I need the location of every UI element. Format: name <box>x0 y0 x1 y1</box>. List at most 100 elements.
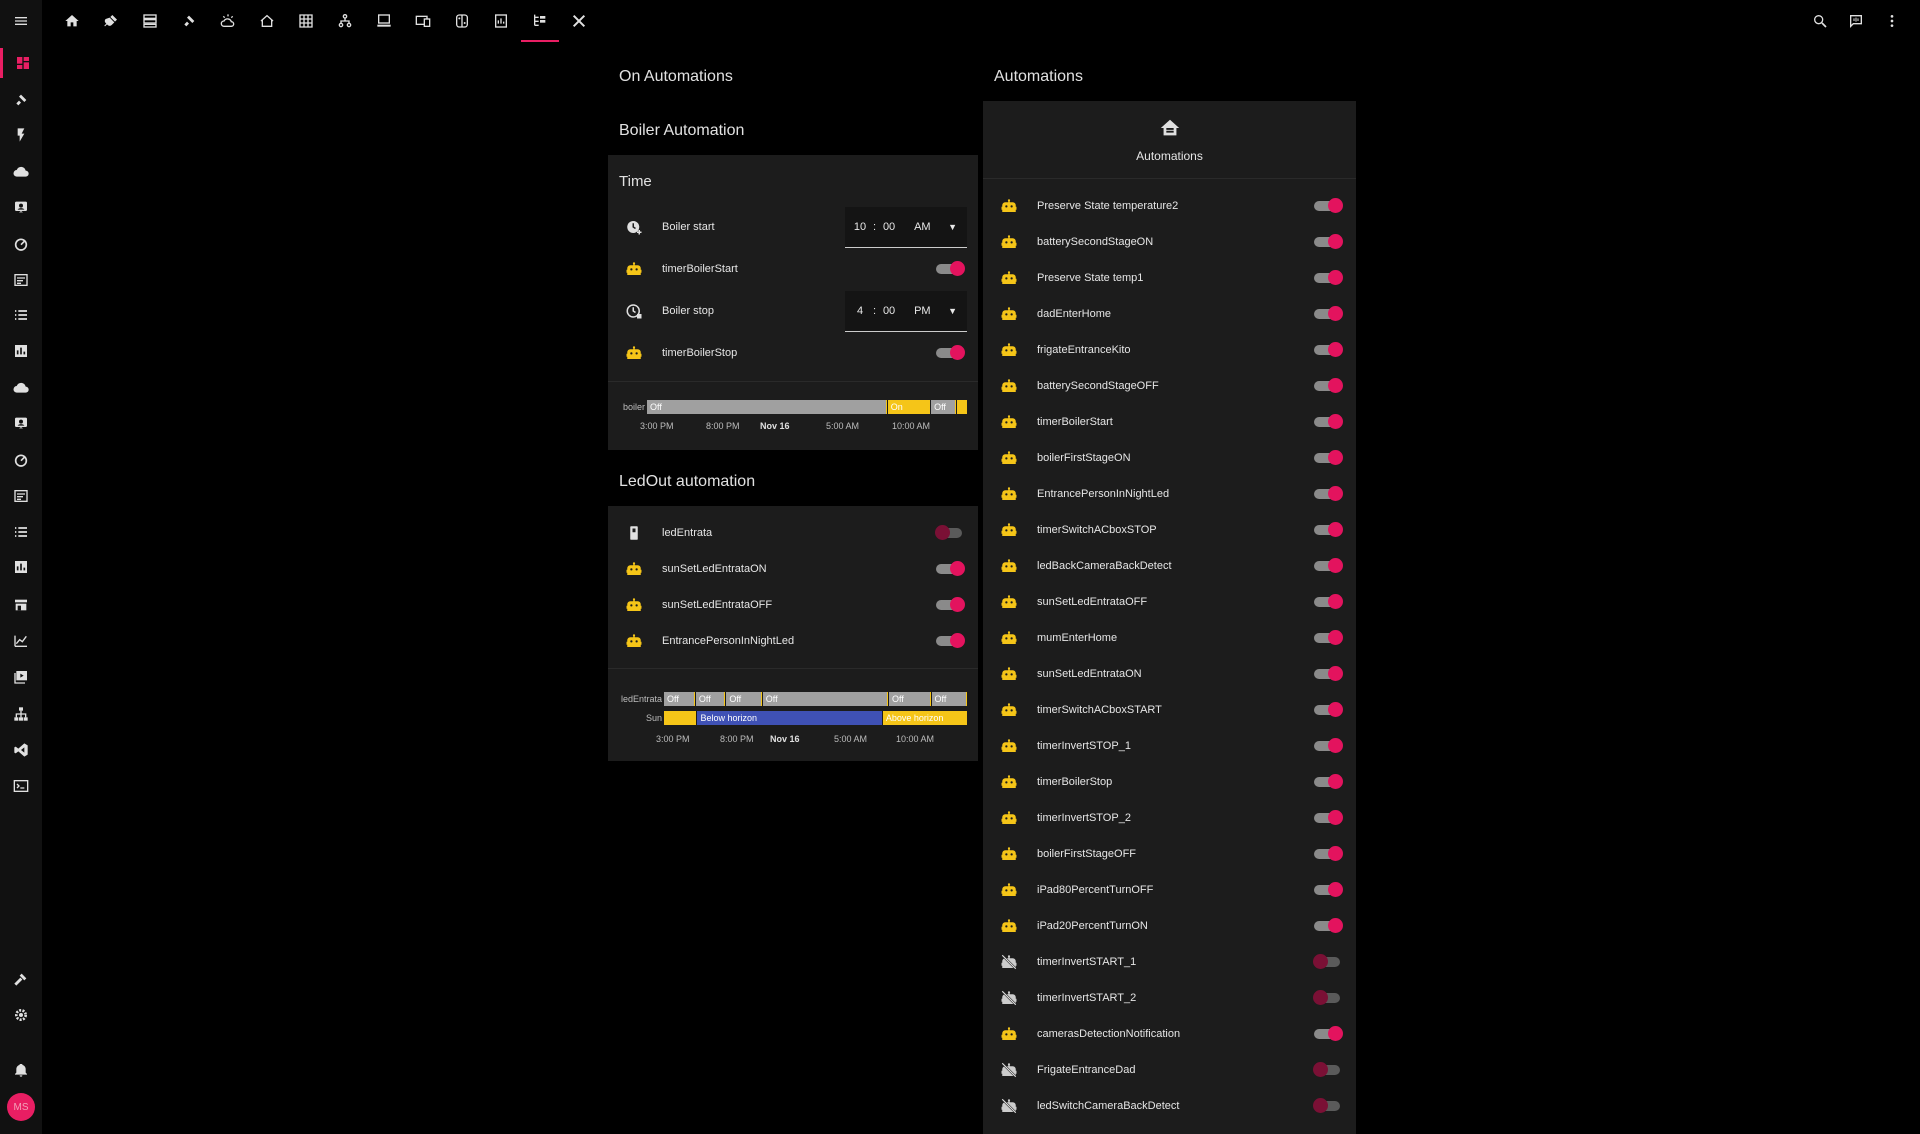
minute-field[interactable]: 00 <box>882 305 896 317</box>
timeline-segment[interactable]: Off <box>695 692 726 706</box>
automation-row[interactable]: FrigateEntranceDad <box>983 1052 1356 1088</box>
automation-row[interactable]: timerSwitchACboxSTART <box>983 692 1356 728</box>
automation-row[interactable]: camerasDetectionNotification <box>983 1016 1356 1052</box>
minute-field[interactable]: 00 <box>882 221 896 233</box>
chart-icon[interactable] <box>0 552 42 582</box>
ampm-select[interactable]: AM <box>914 221 931 233</box>
toggle-switch[interactable] <box>936 561 965 576</box>
automation-row[interactable]: timerBoilerStart <box>983 404 1356 440</box>
history-icon[interactable] <box>0 481 42 511</box>
tab-file-icon[interactable] <box>482 0 520 42</box>
automation-row[interactable]: batterySecondStageOFF <box>983 368 1356 404</box>
timeline-segment[interactable]: Below horizon <box>697 711 882 725</box>
toggle-switch[interactable] <box>1314 918 1343 933</box>
toggle-switch[interactable] <box>1314 198 1343 213</box>
automation-row[interactable]: iPad20PercentTurnON <box>983 908 1356 944</box>
tab-satellite-icon[interactable] <box>170 0 208 42</box>
automation-row[interactable]: timerInvertSTOP_1 <box>983 728 1356 764</box>
automation-row[interactable]: timerInvertSTOP_2 <box>983 800 1356 836</box>
badge-icon[interactable] <box>0 192 42 222</box>
tab-server-icon[interactable] <box>131 0 169 42</box>
timeline-segment[interactable]: Above horizon <box>882 711 967 725</box>
cloud-icon[interactable] <box>0 373 42 403</box>
chevron-down-icon[interactable]: ▼ <box>948 222 957 232</box>
toggle-switch[interactable] <box>1313 1062 1342 1077</box>
automation-row[interactable]: timerSwitchACboxSTOP <box>983 512 1356 548</box>
media-icon[interactable] <box>0 662 42 692</box>
store-icon[interactable] <box>0 590 42 620</box>
toggle-switch[interactable] <box>1314 1026 1343 1041</box>
toggle-switch[interactable] <box>1314 558 1343 573</box>
network-icon[interactable] <box>0 699 42 729</box>
tab-house-icon[interactable] <box>248 0 286 42</box>
automation-row[interactable]: iPad80PercentTurnOFF <box>983 872 1356 908</box>
tab-weather-icon[interactable] <box>209 0 247 42</box>
menu-icon[interactable] <box>0 6 42 36</box>
automation-row[interactable]: timerInvertSTART_2 <box>983 980 1356 1016</box>
automation-row[interactable]: boilerFirstStageOFF <box>983 836 1356 872</box>
tab-home-icon[interactable] <box>53 0 91 42</box>
toggle-switch[interactable] <box>1314 810 1343 825</box>
automation-row[interactable]: sunSetLedEntrataOFF <box>983 584 1356 620</box>
toggle-switch[interactable] <box>1314 882 1343 897</box>
assist-icon[interactable] <box>1838 0 1874 42</box>
settings-icon[interactable] <box>0 1000 42 1030</box>
toggle-switch[interactable] <box>1314 342 1343 357</box>
toggle-switch[interactable] <box>1314 486 1343 501</box>
tab-nintendo-icon[interactable] <box>443 0 481 42</box>
automation-row[interactable]: dadEnterHome <box>983 296 1356 332</box>
flash-icon[interactable] <box>0 120 42 150</box>
automation-row[interactable]: ledBackCameraBackDetect <box>983 548 1356 584</box>
list-icon[interactable] <box>0 517 42 547</box>
timeline-segment[interactable]: Off <box>888 692 931 706</box>
satellite-icon[interactable] <box>0 85 42 115</box>
chart-icon[interactable] <box>0 336 42 366</box>
toggle-switch[interactable] <box>1314 450 1343 465</box>
timeline-segment[interactable]: On <box>887 400 931 414</box>
toggle-switch[interactable] <box>1313 954 1342 969</box>
tab-monitor-icon[interactable] <box>365 0 403 42</box>
ampm-select[interactable]: PM <box>914 305 931 317</box>
avatar[interactable]: MS <box>7 1093 35 1121</box>
history-icon[interactable] <box>0 265 42 295</box>
timeline-segment[interactable]: Off <box>726 692 762 706</box>
toggle-switch[interactable] <box>1314 630 1343 645</box>
timeline-segment[interactable]: Off <box>664 692 695 706</box>
toggle-switch[interactable] <box>1314 234 1343 249</box>
code-icon[interactable] <box>0 735 42 765</box>
automation-row[interactable]: frigateEntranceKito <box>983 332 1356 368</box>
chevron-down-icon[interactable]: ▼ <box>948 306 957 316</box>
timeline-segment[interactable]: Off <box>931 400 956 414</box>
toggle-switch[interactable] <box>935 525 964 540</box>
gauge-icon[interactable] <box>0 445 42 475</box>
timeline-segment[interactable] <box>956 400 967 414</box>
toggle-switch[interactable] <box>1314 702 1343 717</box>
toggle-switch[interactable] <box>936 261 965 276</box>
toggle-switch[interactable] <box>1314 594 1343 609</box>
toggle-switch[interactable] <box>1313 990 1342 1005</box>
toggle-switch[interactable] <box>1314 774 1343 789</box>
time-input[interactable]: 10:00 AM ▼ <box>845 207 967 248</box>
tab-tools-icon[interactable] <box>560 0 598 42</box>
badge-icon[interactable] <box>0 408 42 438</box>
toggle-switch[interactable] <box>1313 1098 1342 1113</box>
hammer-icon[interactable] <box>0 964 42 994</box>
automation-row[interactable]: timerInvertSTART_1 <box>983 944 1356 980</box>
hour-field[interactable]: 10 <box>853 221 867 233</box>
cloud-icon[interactable] <box>0 157 42 187</box>
timeline-segment[interactable]: Off <box>647 400 887 414</box>
trend-icon[interactable] <box>0 626 42 656</box>
toggle-switch[interactable] <box>1314 378 1343 393</box>
time-input[interactable]: 4:00 PM ▼ <box>845 291 967 332</box>
automation-row[interactable]: ledSwitchCameraBackDetect <box>983 1088 1356 1124</box>
toggle-switch[interactable] <box>1314 270 1343 285</box>
toggle-switch[interactable] <box>936 345 965 360</box>
tab-hierarchy-icon[interactable] <box>326 0 364 42</box>
tab-devices-icon[interactable] <box>404 0 442 42</box>
gauge-icon[interactable] <box>0 229 42 259</box>
automation-row[interactable]: boilerFirstStageON <box>983 440 1356 476</box>
timeline-segment[interactable]: Off <box>762 692 888 706</box>
toggle-switch[interactable] <box>1314 666 1343 681</box>
automation-row[interactable]: sunSetLedEntrataON <box>983 656 1356 692</box>
bell-icon[interactable] <box>0 1055 42 1085</box>
